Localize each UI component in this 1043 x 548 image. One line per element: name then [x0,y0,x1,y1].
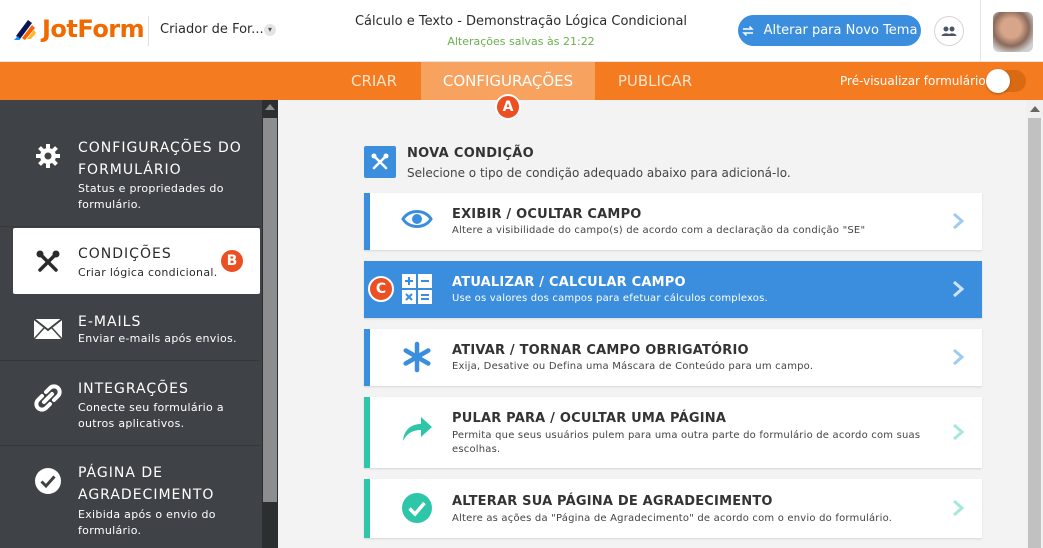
header-divider [148,16,149,46]
tab-publish[interactable]: PUBLICAR [595,62,715,100]
card-desc: Exija, Desative ou Defina uma Máscara de… [452,361,814,372]
condition-card-thank-you[interactable]: ALTERAR SUA PÁGINA DE AGRADECIMENTO Alte… [364,479,982,538]
sidebar-item-integrations[interactable]: INTEGRAÇÕES Conecte seu formulário a out… [0,362,260,446]
chevron-down-icon[interactable]: ▾ [264,24,276,36]
card-title: ATUALIZAR / CALCULAR CAMPO [452,275,686,290]
card-desc: Altere as ações da "Página de Agradecime… [452,513,893,524]
sidebar-item-desc: Exibida após o envio do formulário. [78,508,216,537]
annotation-marker-c: C [368,276,394,302]
eye-icon [396,207,438,231]
link-icon [32,382,64,414]
sidebar-item-form-settings[interactable]: CONFIGURAÇÕES DO FORMULÁRIO Status e pro… [0,120,260,227]
scroll-up-arrow-icon[interactable] [1030,106,1040,112]
tab-create[interactable]: CRIAR [328,62,420,100]
card-title: EXIBIR / OCULTAR CAMPO [452,207,642,222]
main-nav: CRIAR CONFIGURAÇÕES PUBLICAR Pré-visuali… [0,62,1043,100]
chevron-right-icon [952,499,966,521]
builder-dropdown-label[interactable]: Criador de For... [160,22,264,37]
check-circle-icon [396,492,438,524]
team-button[interactable] [934,16,964,46]
sidebar-item-desc: Conecte seu formulário a outros aplicati… [78,401,224,430]
switch-theme-label: Alterar para Novo Tema [763,23,918,38]
annotation-marker-a: A [495,94,521,120]
chevron-right-icon [952,212,966,234]
switch-theme-button[interactable]: Alterar para Novo Tema [738,15,921,46]
annotation-marker-b: B [219,248,245,274]
avatar[interactable] [993,12,1033,52]
chevron-right-icon [952,423,966,445]
sidebar-item-title: E-MAILS [78,314,142,330]
tools-icon [32,246,64,278]
people-icon [941,26,957,36]
asterisk-icon [396,341,438,373]
sidebar-item-thank-you-page[interactable]: PÁGINA DE AGRADECIMENTO Exibida após o e… [0,447,260,548]
new-condition-subtitle: Selecione o tipo de condição adequado ab… [407,166,791,180]
logo-text: JotForm [42,15,145,43]
card-title: ATIVAR / TORNAR CAMPO OBRIGATÓRIO [452,343,749,358]
toggle-knob [986,69,1010,93]
chevron-right-icon [952,280,966,302]
sidebar-item-title: CONFIGURAÇÕES DO FORMULÁRIO [78,140,242,178]
main-scrollbar-thumb[interactable] [1028,118,1041,548]
preview-form-label: Pré-visualizar formulário [840,74,986,88]
checkmark-icon [32,465,64,497]
top-header: JotForm Criador de For... ▾ Cálculo e Te… [0,0,1043,62]
share-arrow-icon [396,415,438,443]
swap-arrows-icon [741,25,754,36]
sidebar-item-emails[interactable]: E-MAILS Enviar e-mails após envios. [0,295,260,361]
sidebar-item-desc: Status e propriedades do formulário. [78,182,224,211]
card-desc: Altere a visibilidade do campo(s) de aco… [452,225,866,236]
new-condition-icon [364,146,396,178]
sidebar-item-desc: Enviar e-mails após envios. [78,332,237,345]
sidebar-scrollbar-thumb[interactable] [263,118,277,502]
calculator-icon [396,273,438,305]
header-divider-right [980,0,981,62]
scroll-up-arrow-icon[interactable] [265,104,275,110]
form-title: Cálculo e Texto - Demonstração Lógica Co… [354,14,688,29]
preview-toggle[interactable] [986,69,1026,93]
new-condition-title: NOVA CONDIÇÃO [407,146,534,161]
condition-card-enable-require[interactable]: ATIVAR / TORNAR CAMPO OBRIGATÓRIO Exija,… [364,329,982,386]
sidebar-item-title: INTEGRAÇÕES [78,381,189,397]
gear-icon [32,140,64,172]
jotform-logo[interactable]: JotForm [10,14,145,44]
sidebar-item-title: PÁGINA DE AGRADECIMENTO [78,465,215,503]
card-title: ALTERAR SUA PÁGINA DE AGRADECIMENTO [452,494,773,509]
jotform-logo-mark-icon [10,14,40,44]
save-status: Alterações salvas às 21:22 [447,35,595,48]
card-desc: Use os valores dos campos para efetuar c… [452,293,768,304]
card-desc: Permita que seus usuários pulem para uma… [452,430,921,455]
envelope-icon [32,313,64,345]
card-title: PULAR PARA / OCULTAR UMA PÁGINA [452,411,727,426]
condition-card-update-calculate[interactable]: ATUALIZAR / CALCULAR CAMPO Use os valore… [364,261,982,318]
condition-card-show-hide[interactable]: EXIBIR / OCULTAR CAMPO Altere a visibili… [364,193,982,250]
chevron-right-icon [952,348,966,370]
condition-card-skip-page[interactable]: PULAR PARA / OCULTAR UMA PÁGINA Permita … [364,397,982,468]
